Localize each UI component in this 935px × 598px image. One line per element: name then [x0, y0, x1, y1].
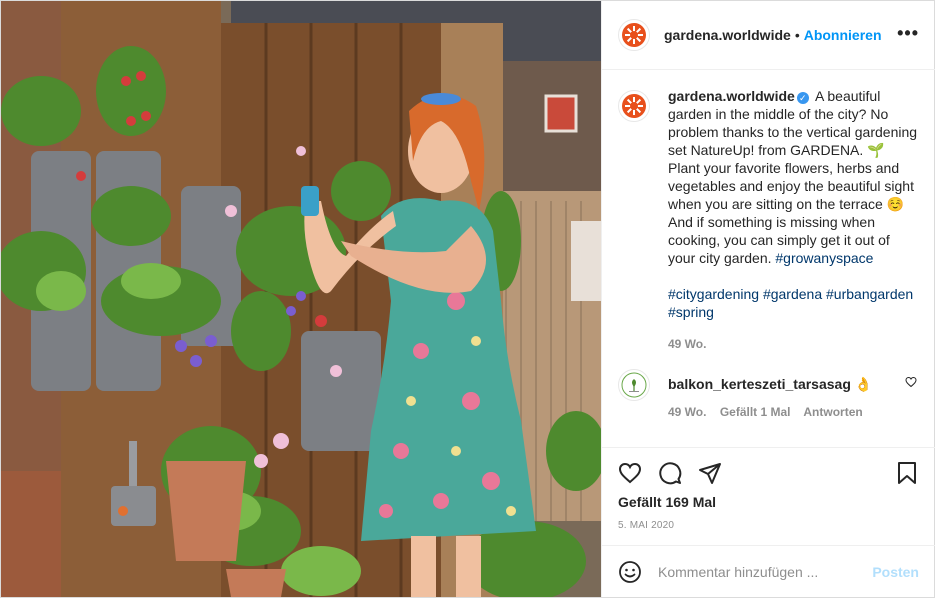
hashtag-list: #citygardening #gardena #urbangarden #sp… — [668, 285, 918, 321]
post-side-panel: gardena.worldwide • Abonnieren ••• garde… — [601, 1, 935, 597]
post-photo[interactable] — [1, 1, 601, 597]
action-icons — [618, 448, 919, 498]
post-header: gardena.worldwide • Abonnieren ••• — [602, 1, 935, 70]
caption-avatar[interactable] — [618, 90, 650, 122]
header-username[interactable]: gardena.worldwide — [664, 27, 791, 43]
comment-input[interactable] — [658, 563, 858, 580]
comment-like-heart-icon[interactable] — [905, 375, 917, 391]
hashtag-link[interactable]: #urbangarden — [826, 286, 913, 302]
gardena-logo-icon — [622, 94, 646, 118]
gardena-logo-icon — [622, 23, 646, 47]
hashtag-link[interactable]: #gardena — [763, 286, 822, 302]
post-comment-button[interactable]: Posten — [872, 564, 919, 580]
comment-timestamp[interactable]: 49 Wo. — [668, 405, 706, 419]
comment-text: 👌 — [854, 376, 873, 392]
caption-body: gardena.worldwide ✓ A beautiful garden in… — [668, 87, 918, 353]
bookmark-icon[interactable] — [895, 461, 919, 488]
caption-username[interactable]: gardena.worldwide — [668, 88, 795, 104]
comment-item: balkon_kerteszeti_tarsasag 👌 49 Wo. Gefä… — [618, 369, 919, 421]
avatar[interactable] — [618, 19, 650, 51]
share-send-icon[interactable] — [698, 461, 722, 485]
add-comment-bar: Posten — [602, 545, 935, 597]
verified-badge-icon: ✓ — [796, 92, 809, 104]
comments-section: gardena.worldwide ✓ A beautiful garden in… — [602, 71, 935, 447]
caption: gardena.worldwide ✓ A beautiful garden in… — [618, 87, 919, 353]
comment-likes[interactable]: Gefällt 1 Mal — [720, 405, 791, 419]
comment-bubble-icon[interactable] — [658, 461, 682, 485]
caption-timestamp[interactable]: 49 Wo. — [668, 335, 918, 353]
comment-avatar[interactable] — [618, 369, 650, 401]
post-date[interactable]: 5. MAI 2020 — [618, 520, 919, 531]
garden-photo-illustration — [1, 1, 601, 597]
emoji-smiley-icon[interactable] — [618, 560, 642, 584]
comment-username[interactable]: balkon_kerteszeti_tarsasag — [668, 376, 851, 392]
hashtag-link[interactable]: #spring — [668, 304, 714, 320]
caption-text: A beautiful garden in the middle of the … — [668, 88, 918, 266]
caption-text-block: gardena.worldwide ✓ A beautiful garden in… — [668, 87, 918, 267]
balkon-logo-icon — [621, 372, 647, 398]
hashtag-link[interactable]: #growanyspace — [775, 250, 873, 266]
more-options-icon[interactable]: ••• — [897, 23, 919, 44]
header-separator: • — [794, 27, 800, 43]
reply-button[interactable]: Antworten — [803, 405, 862, 419]
post-actions: Gefällt 169 Mal 5. MAI 2020 — [602, 447, 935, 531]
instagram-post: gardena.worldwide • Abonnieren ••• garde… — [0, 0, 935, 598]
comment-meta: 49 Wo. Gefällt 1 Mal Antworten — [668, 403, 873, 421]
comment-body: balkon_kerteszeti_tarsasag 👌 49 Wo. Gefä… — [668, 375, 873, 421]
follow-button[interactable]: Abonnieren — [804, 27, 882, 43]
like-heart-icon[interactable] — [618, 461, 642, 485]
hashtag-link[interactable]: #citygardening — [668, 286, 759, 302]
